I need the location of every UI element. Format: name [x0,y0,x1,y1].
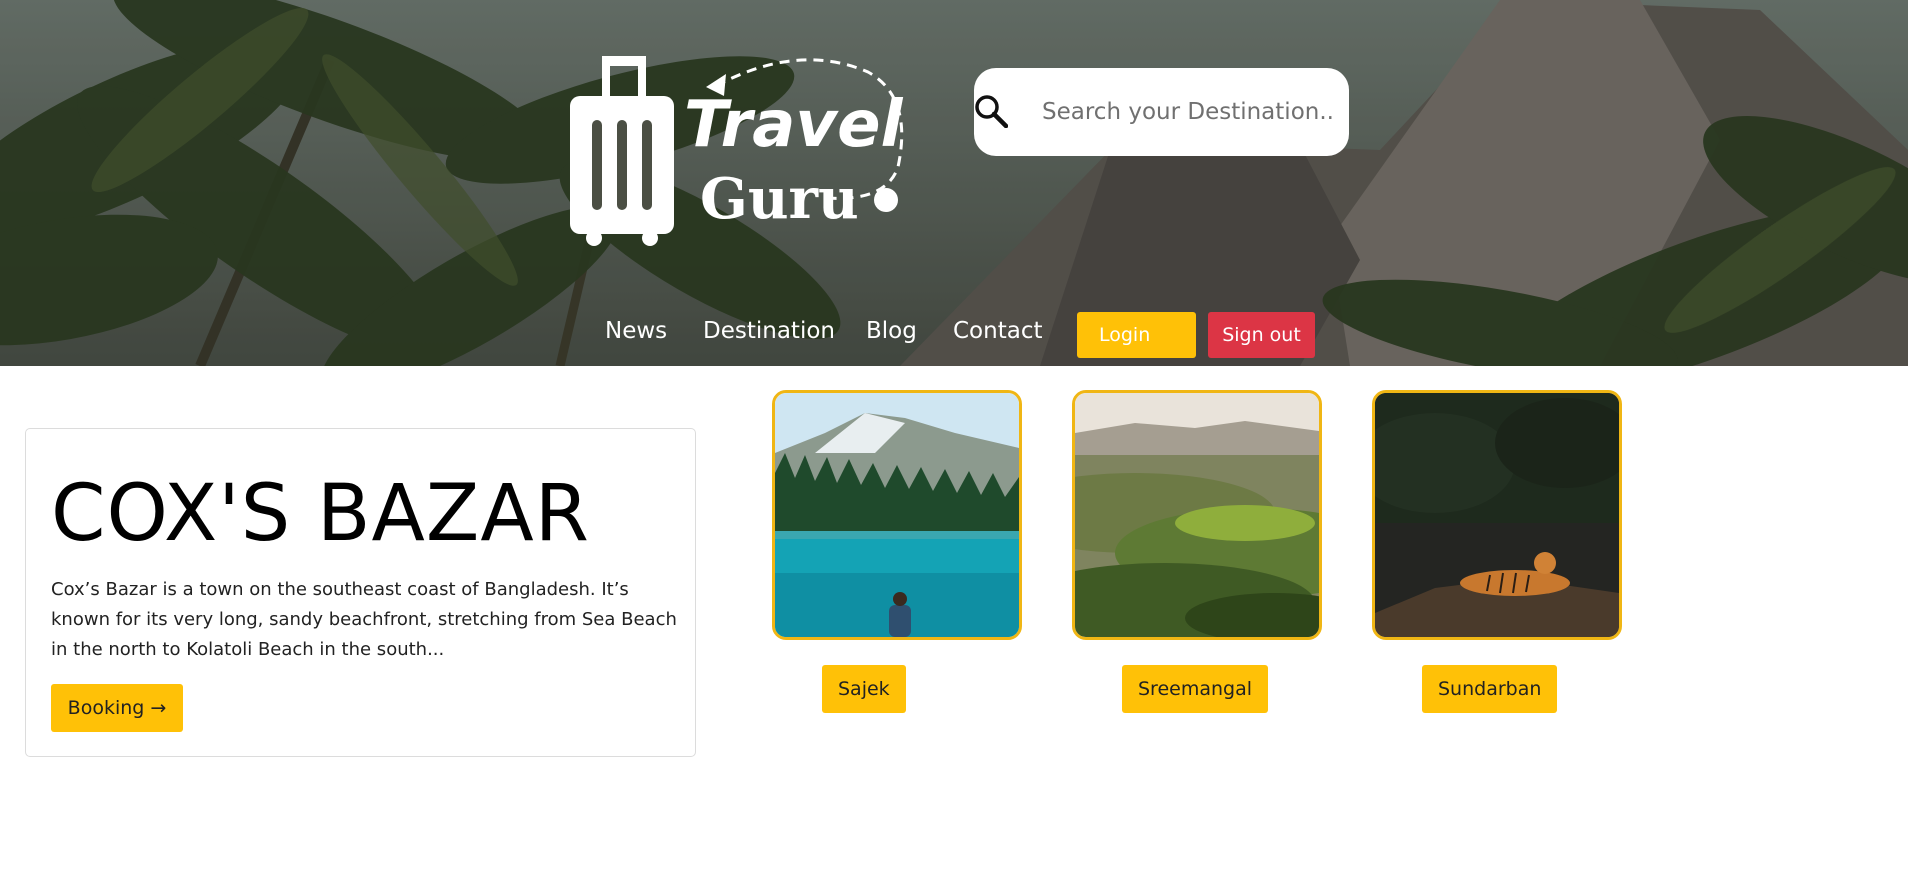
brand-line2: Guru [700,166,859,232]
signout-button[interactable]: Sign out [1208,312,1315,358]
search-input[interactable] [1042,68,1332,156]
destination-image-sajek[interactable] [772,390,1022,640]
brand-line1: Travel [684,88,904,162]
hero-banner: Travel Guru News Destination Blog Contac… [0,0,1908,366]
travel-guru-logo[interactable]: Travel Guru [568,52,978,248]
destination-button-sajek[interactable]: Sajek [822,665,906,713]
destination-image-sreemangal[interactable] [1072,390,1322,640]
nav-item-contact[interactable]: Contact [953,318,1042,344]
login-button[interactable]: Login [1077,312,1196,358]
nav-item-blog[interactable]: Blog [866,318,917,344]
feature-title: COX'S BAZAR [51,469,590,559]
feature-description: Cox’s Bazar is a town on the southeast c… [51,579,677,660]
main-nav: News Destination Blog Contact [0,318,1908,358]
booking-button[interactable]: Booking → [51,684,183,732]
destination-image-sundarban[interactable] [1372,390,1622,640]
destination-button-sundarban[interactable]: Sundarban [1422,665,1558,713]
search-bar [974,68,1349,156]
nav-item-news[interactable]: News [605,318,667,344]
destination-button-sreemangal[interactable]: Sreemangal [1122,665,1269,713]
nav-item-destination[interactable]: Destination [703,318,835,344]
feature-card: COX'S BAZAR Cox’s Bazar is a town on the… [25,428,696,757]
search-icon[interactable] [974,94,1008,128]
